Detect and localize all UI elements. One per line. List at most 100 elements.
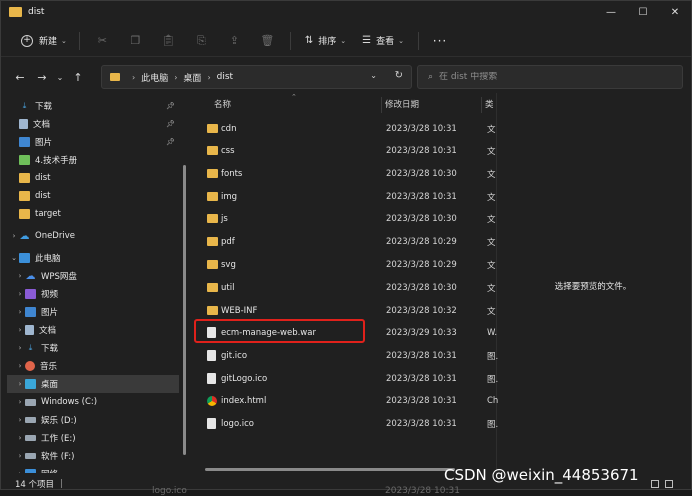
file-row[interactable]: img 2023/3/28 10:31 文 [201,187,497,207]
column-date[interactable]: 修改日期 [385,98,419,110]
file-row[interactable]: cdn 2023/3/28 10:31 文 [201,119,497,139]
file-row[interactable]: css 2023/3/28 10:31 文 [201,141,497,161]
address-bar[interactable]: › 此电脑 › 桌面 › dist ⌄ ↻ [101,65,412,89]
cut-icon[interactable]: ✂ [86,29,119,53]
sidebar-item-downloads[interactable]: ⤓ 下载 📌︎ [19,97,187,115]
minimize-button[interactable]: — [595,1,627,23]
chevron-right-icon[interactable]: › [15,434,25,442]
file-date: 2023/3/28 10:31 [386,419,457,429]
search-box[interactable]: ⌕ [417,65,683,89]
column-type[interactable]: 类 [485,98,494,110]
new-button[interactable]: + 新建 ⌄ [15,29,73,53]
file-row[interactable]: util 2023/3/28 10:30 文 [201,278,497,298]
column-divider[interactable] [481,97,482,113]
drive-icon [25,453,36,459]
pin-icon[interactable]: 📌︎ [166,102,175,110]
chrome-icon [207,396,217,406]
breadcrumb-dist[interactable]: dist [217,72,233,82]
chevron-right-icon[interactable]: › [15,308,25,316]
horizontal-scrollbar[interactable] [205,468,455,471]
sidebar-item-label: 音乐 [40,362,58,372]
sidebar-item-dist[interactable]: dist [19,187,187,205]
sidebar-item-videos[interactable]: › 视频 [15,285,187,303]
sidebar-item-drive-d[interactable]: › 娱乐 (D:) [15,411,187,429]
share-icon[interactable]: ⇪ [218,29,251,53]
sidebar-item-drive-e[interactable]: › 工作 (E:) [15,429,187,447]
more-button[interactable]: ··· [425,34,455,48]
chevron-right-icon[interactable]: › [15,470,25,473]
file-date: 2023/3/28 10:31 [386,192,457,202]
sidebar-item-label: 图片 [35,138,53,148]
chevron-right-icon[interactable]: › [15,380,25,388]
sidebar-item-tech-manual[interactable]: 4.技术手册 [19,151,187,169]
refresh-icon[interactable]: ↻ [395,70,403,81]
close-button[interactable]: ✕ [659,1,691,23]
sidebar-item-documents[interactable]: 文档 📌︎ [19,115,187,133]
sidebar-item-onedrive[interactable]: › ☁ OneDrive [9,227,187,245]
file-row[interactable]: gitLogo.ico 2023/3/28 10:31 图. [201,369,498,389]
folder-icon [207,169,218,178]
sidebar-item-music[interactable]: › 音乐 [15,357,187,375]
file-row[interactable]: js 2023/3/28 10:30 文 [201,209,497,229]
sidebar-item-this-pc[interactable]: ⌄ 此电脑 [9,249,187,267]
chevron-right-icon[interactable]: › [15,452,25,460]
file-row[interactable]: logo.ico 2023/3/28 10:31 图. [201,414,498,434]
cloud-icon: ☁ [25,270,36,282]
tiles-view-icon[interactable] [665,480,673,488]
column-name[interactable]: 名称 [214,98,231,110]
title-bar[interactable]: dist — ☐ ✕ [1,1,691,23]
details-view-icon[interactable] [651,480,659,488]
file-name: svg [221,260,236,270]
sort-button[interactable]: ⇅ 排序 ⌄ [297,29,354,53]
column-divider[interactable] [381,97,382,113]
view-button[interactable]: ☰ 查看 ⌄ [354,29,412,53]
file-row[interactable]: pdf 2023/3/28 10:29 文 [201,232,497,252]
chevron-right-icon[interactable]: › [15,290,25,298]
paste-icon[interactable]: 📋︎ [152,29,185,53]
search-input[interactable] [439,72,660,82]
copy-icon[interactable]: ❐ [119,29,152,53]
sidebar-item-drive-f[interactable]: › 软件 (F:) [15,447,187,465]
sidebar-item-pictures[interactable]: 图片 📌︎ [19,133,187,151]
sidebar-item-wps[interactable]: › ☁ WPS网盘 [15,267,187,285]
item-count: 14 个项目 [15,480,55,490]
file-row[interactable]: git.ico 2023/3/28 10:31 图. [201,346,498,366]
pin-icon[interactable]: 📌︎ [166,120,175,128]
sidebar-item-label: WPS网盘 [41,272,77,282]
rename-icon[interactable]: ⎘ [185,29,218,53]
chevron-down-icon[interactable]: ⌄ [9,254,19,262]
back-icon[interactable]: ← [9,66,31,88]
sidebar-item-pictures[interactable]: › 图片 [15,303,187,321]
sidebar-item-target[interactable]: target [19,205,187,223]
music-icon [25,361,35,371]
chevron-right-icon[interactable]: › [15,398,25,406]
chevron-right-icon[interactable]: › [15,416,25,424]
recent-chevron-icon[interactable]: ⌄ [53,66,67,88]
sidebar-item-desktop[interactable]: › 桌面 [7,375,179,393]
up-icon[interactable]: ↑ [67,66,89,88]
file-row[interactable]: fonts 2023/3/28 10:30 文 [201,164,497,184]
chevron-right-icon[interactable]: › [15,272,25,280]
breadcrumb-desktop[interactable]: 桌面 [183,71,201,84]
sidebar-item-downloads[interactable]: › ⤓ 下载 [15,339,187,357]
pin-icon[interactable]: 📌︎ [166,138,175,146]
sidebar-scrollbar[interactable] [183,165,186,455]
chevron-right-icon[interactable]: › [15,326,25,334]
chevron-down-icon[interactable]: ⌄ [370,71,377,80]
file-date: 2023/3/28 10:31 [386,374,457,384]
sidebar-item-dist[interactable]: dist [19,169,187,187]
document-icon [25,325,34,335]
file-row[interactable]: WEB-INF 2023/3/28 10:32 文 [201,301,497,321]
sidebar-item-network[interactable]: › 网络 [15,465,187,473]
file-row[interactable]: svg 2023/3/28 10:29 文 [201,255,497,275]
delete-icon[interactable]: 🗑︎ [251,29,284,53]
chevron-right-icon[interactable]: › [9,232,19,240]
chevron-right-icon[interactable]: › [15,362,25,370]
file-row[interactable]: index.html 2023/3/28 10:31 Ch [201,391,498,411]
forward-icon[interactable]: → [31,66,53,88]
breadcrumb-this-pc[interactable]: 此电脑 [141,71,168,84]
sidebar-item-drive-c[interactable]: › Windows (C:) [15,393,187,411]
maximize-button[interactable]: ☐ [627,1,659,23]
chevron-right-icon[interactable]: › [15,344,25,352]
sidebar-item-documents[interactable]: › 文档 [15,321,187,339]
